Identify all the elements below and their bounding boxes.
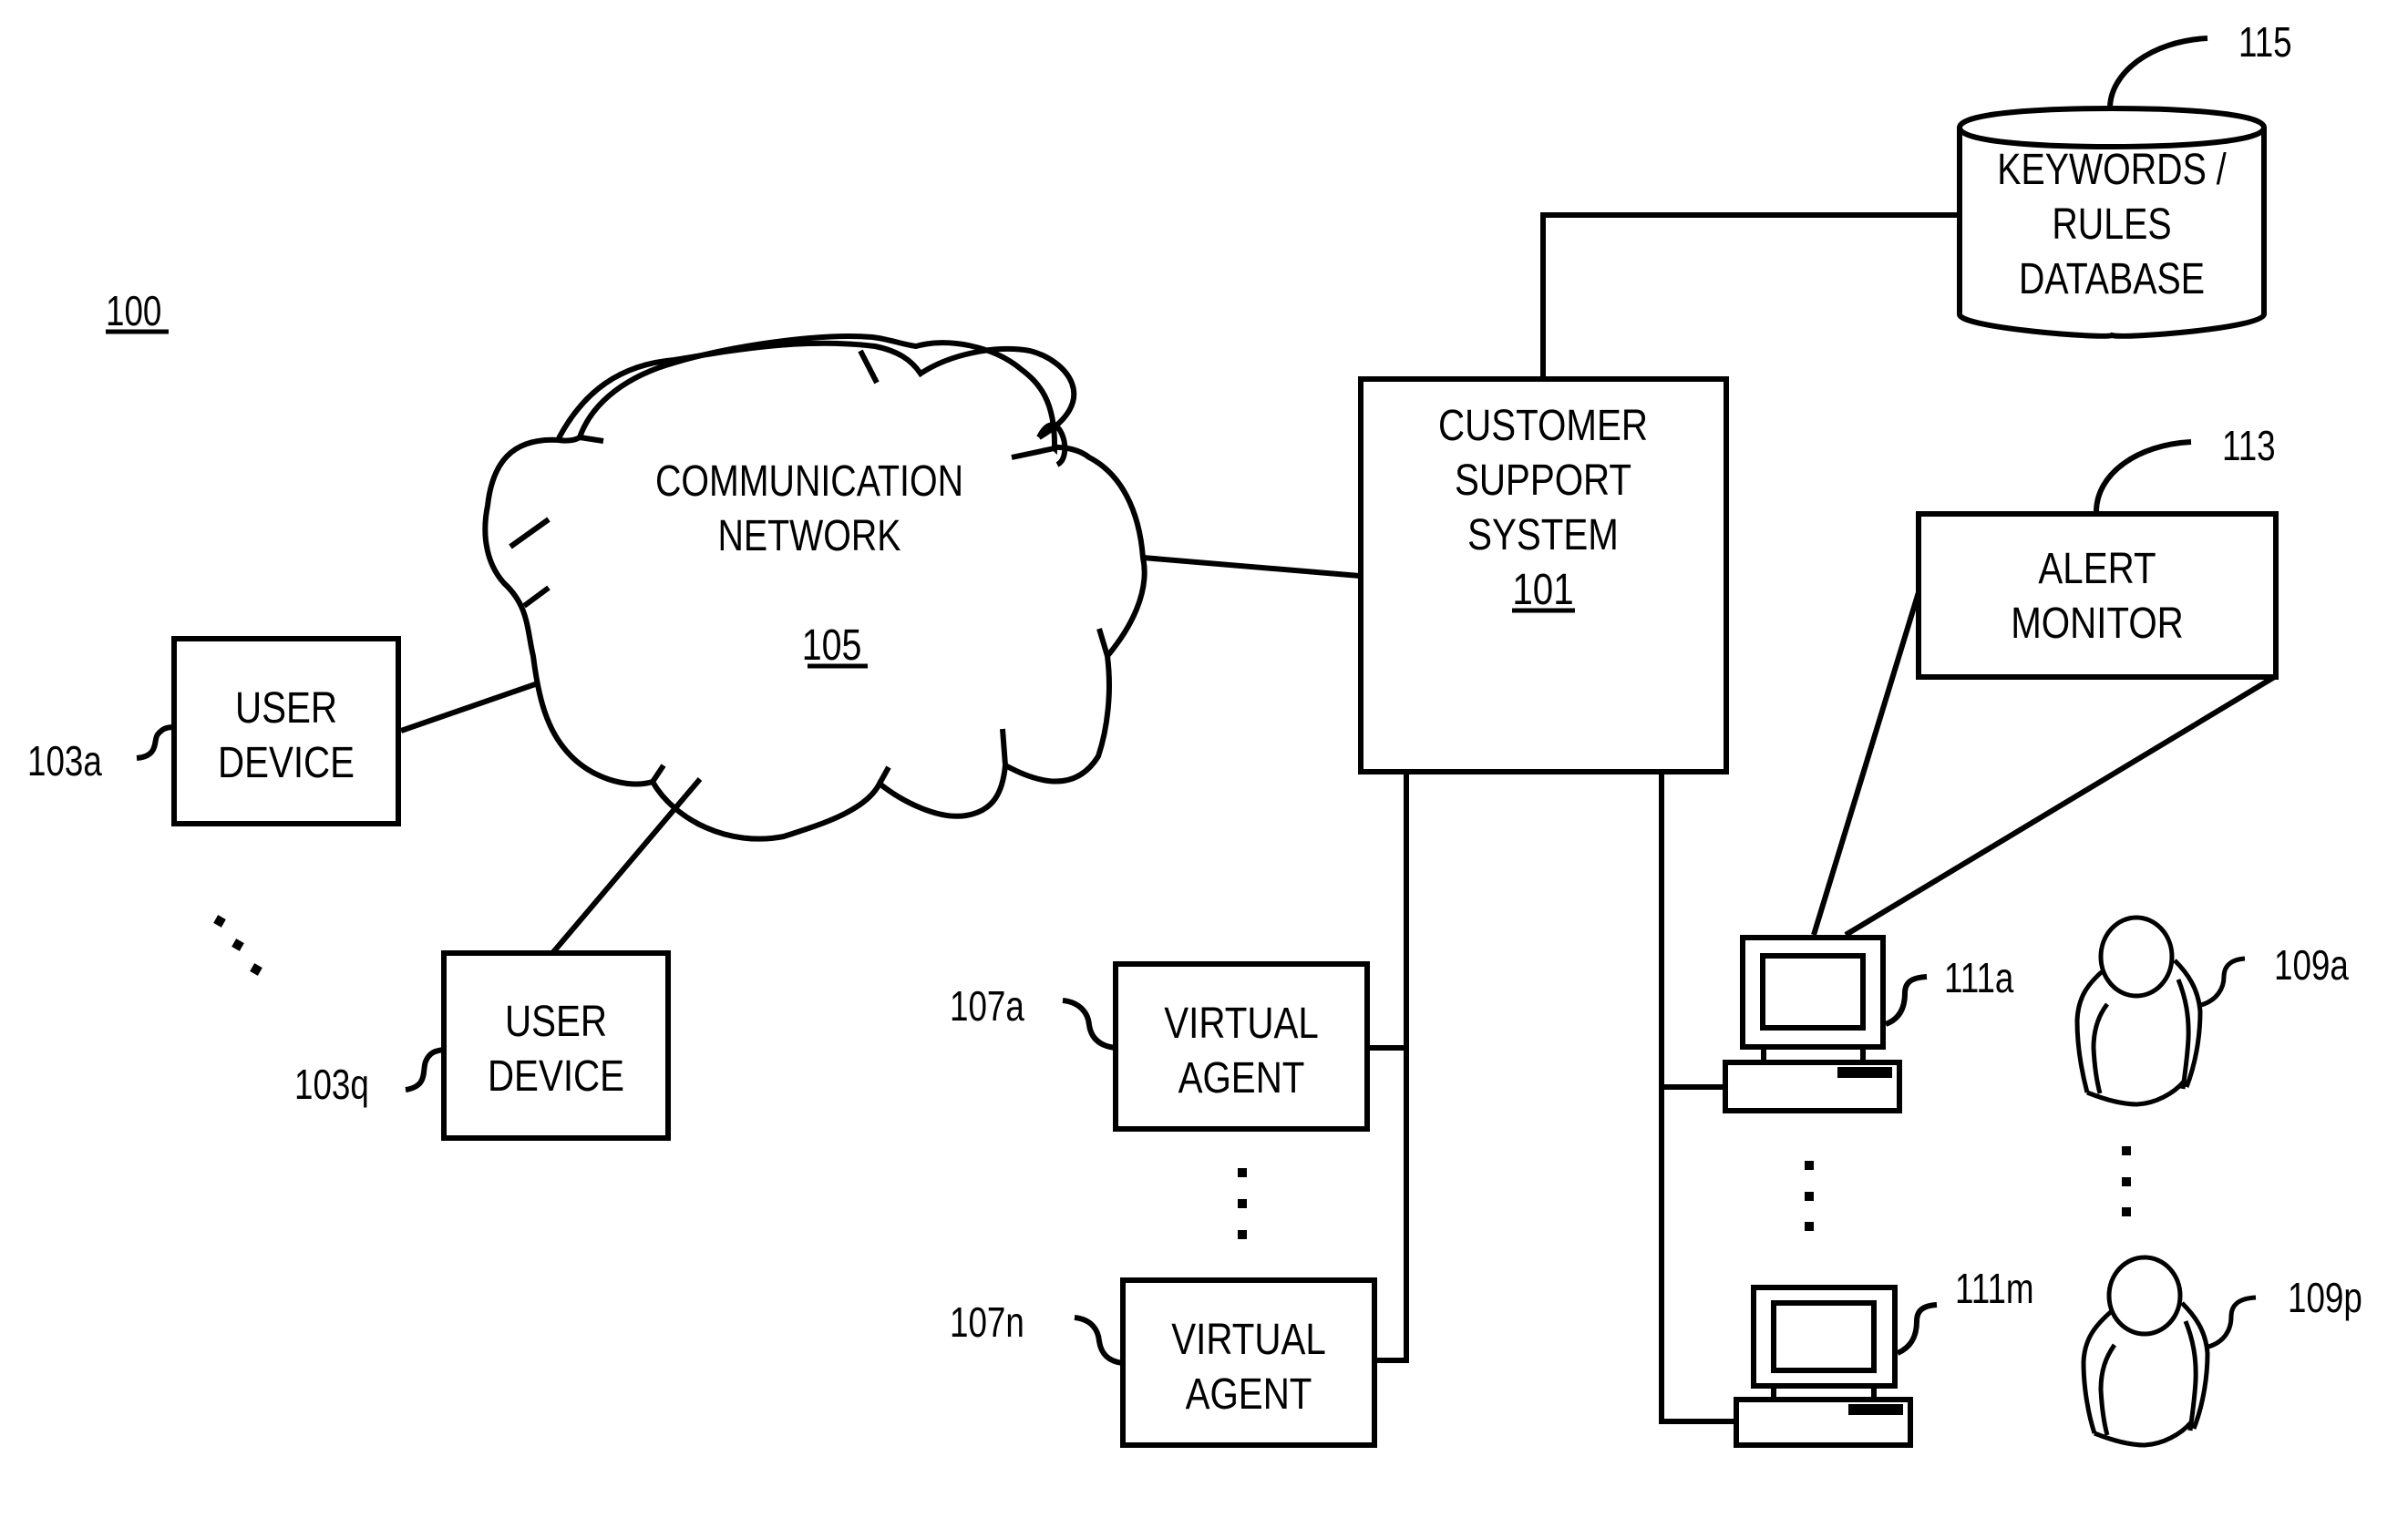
edge-alert-station-a-2: [1844, 673, 2278, 938]
user-device-a-label-line-2: DEVICE: [218, 739, 355, 787]
customer-support-system-node[interactable]: CUSTOMER SUPPORT SYSTEM 101: [1358, 376, 1729, 774]
system-diagram: 100 COMMUNICATION NETWORK 105 CUSTOMER S…: [27, 18, 2362, 1448]
edge-css-database: [1540, 212, 1960, 376]
user-device-a-label-line-1: USER: [235, 684, 337, 733]
connectors: [400, 212, 2278, 1424]
ellipsis-dot: [1238, 1199, 1247, 1208]
cloud-stub: [522, 585, 551, 609]
virtual-agent-n-node[interactable]: VIRTUAL AGENT 107n: [950, 1277, 1377, 1448]
cloud-stub: [877, 765, 891, 785]
human-agents-ellipsis: [2122, 1146, 2131, 1216]
ellipsis-dot: [1805, 1192, 1814, 1201]
ellipsis-dot: [2122, 1207, 2131, 1216]
edge-user-device-q-network: [551, 777, 703, 954]
virtual-agent-a-node[interactable]: VIRTUAL AGENT 107a: [950, 961, 1370, 1132]
ellipsis-dot: [213, 915, 226, 928]
ellipsis-dot: [1805, 1222, 1814, 1231]
cloud-stub: [1096, 628, 1110, 657]
user-device-q-ref: 103q: [294, 1061, 369, 1108]
alert-monitor-node[interactable]: ALERT MONITOR 113: [1916, 422, 2279, 680]
css-label-line-1: CUSTOMER: [1438, 402, 1648, 450]
user-devices-ellipsis: [213, 915, 262, 976]
user-device-a-ref: 103a: [27, 737, 103, 785]
cloud-stub: [858, 349, 880, 385]
ellipsis-dot: [1805, 1161, 1814, 1170]
alert-monitor-label-line-2: MONITOR: [2011, 600, 2184, 648]
ellipsis-dot: [250, 963, 262, 976]
agent-station-m-node[interactable]: 111m: [1734, 1265, 2034, 1448]
database-label-line-1: KEYWORDS /: [1997, 145, 2227, 194]
human-agent-a-ref-leader: [2200, 956, 2246, 1008]
agent-station-a-node[interactable]: 111a: [1723, 935, 2014, 1113]
human-agent-a-ref: 109a: [2274, 941, 2350, 989]
cloud-outline: [482, 333, 1147, 842]
cloud-stub: [509, 517, 551, 549]
human-agent-p-ref: 109p: [2288, 1274, 2362, 1321]
network-label-line-2: NETWORK: [717, 511, 900, 560]
computer-icon: [1734, 1285, 1913, 1448]
edge-user-device-a-network: [400, 681, 539, 733]
cloud-stub: [1011, 446, 1055, 460]
figure-number-text: 100: [106, 287, 161, 334]
human-agent-a-node[interactable]: 109a: [2074, 915, 2350, 1107]
database-ref: 115: [2238, 18, 2292, 66]
ellipsis-dot: [2122, 1177, 2131, 1186]
keywords-rules-database-node[interactable]: KEYWORDS / RULES DATABASE 115: [1957, 18, 2292, 339]
figure-number: 100: [106, 287, 169, 334]
css-label-line-2: SUPPORT: [1455, 456, 1631, 505]
ellipsis-dot: [1238, 1230, 1247, 1239]
css-ref: 101: [1512, 566, 1573, 614]
computer-icon: [1723, 935, 1902, 1113]
edge-alert-station-a-1: [1811, 591, 1921, 936]
human-agent-p-ref-leader: [2207, 1295, 2257, 1349]
person-icon: [2081, 1255, 2210, 1448]
network-label-line-1: COMMUNICATION: [655, 456, 963, 506]
user-device-q-label-line-1: USER: [505, 998, 607, 1046]
user-device-q-label-line-2: DEVICE: [488, 1052, 624, 1101]
alert-monitor-label-line-1: ALERT: [2038, 545, 2156, 593]
edge-network-css: [1142, 555, 1361, 579]
ellipsis-dot: [1238, 1168, 1247, 1177]
alert-monitor-box: [1916, 511, 2279, 680]
virtual-agents-ellipsis: [1238, 1168, 1247, 1239]
communication-network-node[interactable]: COMMUNICATION NETWORK 105: [482, 333, 1147, 842]
virtual-agent-a-ref: 107a: [950, 982, 1025, 1030]
virtual-agent-a-label-line-1: VIRTUAL: [1164, 1000, 1319, 1048]
virtual-agent-n-label-line-1: VIRTUAL: [1171, 1316, 1326, 1364]
agent-station-m-ref-leader: [1896, 1302, 1938, 1356]
user-device-a-node[interactable]: USER DEVICE 103a: [27, 636, 401, 826]
user-device-q-node[interactable]: USER DEVICE 103q: [294, 950, 671, 1141]
user-device-a-ref-leader: [136, 724, 175, 761]
agent-stations-ellipsis: [1805, 1161, 1814, 1231]
edge-css-virtual-agents: [1374, 774, 1409, 1363]
network-ref: 105: [802, 621, 862, 670]
virtual-agent-a-label-line-2: AGENT: [1178, 1054, 1305, 1103]
agent-station-a-ref: 111a: [1944, 954, 2014, 1001]
cloud-stub: [1000, 728, 1008, 766]
agent-station-m-ref: 111m: [1955, 1265, 2034, 1312]
ellipsis-dot: [2122, 1146, 2131, 1155]
agent-station-a-ref-leader: [1884, 974, 1928, 1027]
cloud-icon: [556, 340, 1077, 467]
virtual-agent-n-ref-leader: [1074, 1315, 1124, 1366]
virtual-agent-n-ref: 107n: [950, 1298, 1024, 1346]
virtual-agent-a-ref-leader: [1062, 998, 1117, 1051]
ellipsis-dot: [232, 938, 244, 951]
person-icon: [2074, 915, 2203, 1107]
human-agent-p-node[interactable]: 109p: [2081, 1255, 2362, 1448]
database-label-line-2: RULES: [2052, 200, 2171, 249]
cloud-stub: [650, 764, 666, 784]
alert-monitor-ref: 113: [2222, 422, 2276, 469]
cloud-stub: [579, 435, 604, 444]
database-ref-leader: [2107, 36, 2208, 109]
alert-monitor-ref-leader: [2094, 439, 2192, 513]
database-label-line-3: DATABASE: [2019, 254, 2205, 303]
css-label-line-3: SYSTEM: [1467, 511, 1619, 559]
virtual-agent-n-label-line-2: AGENT: [1186, 1370, 1312, 1419]
user-device-q-ref-leader: [405, 1047, 445, 1092]
